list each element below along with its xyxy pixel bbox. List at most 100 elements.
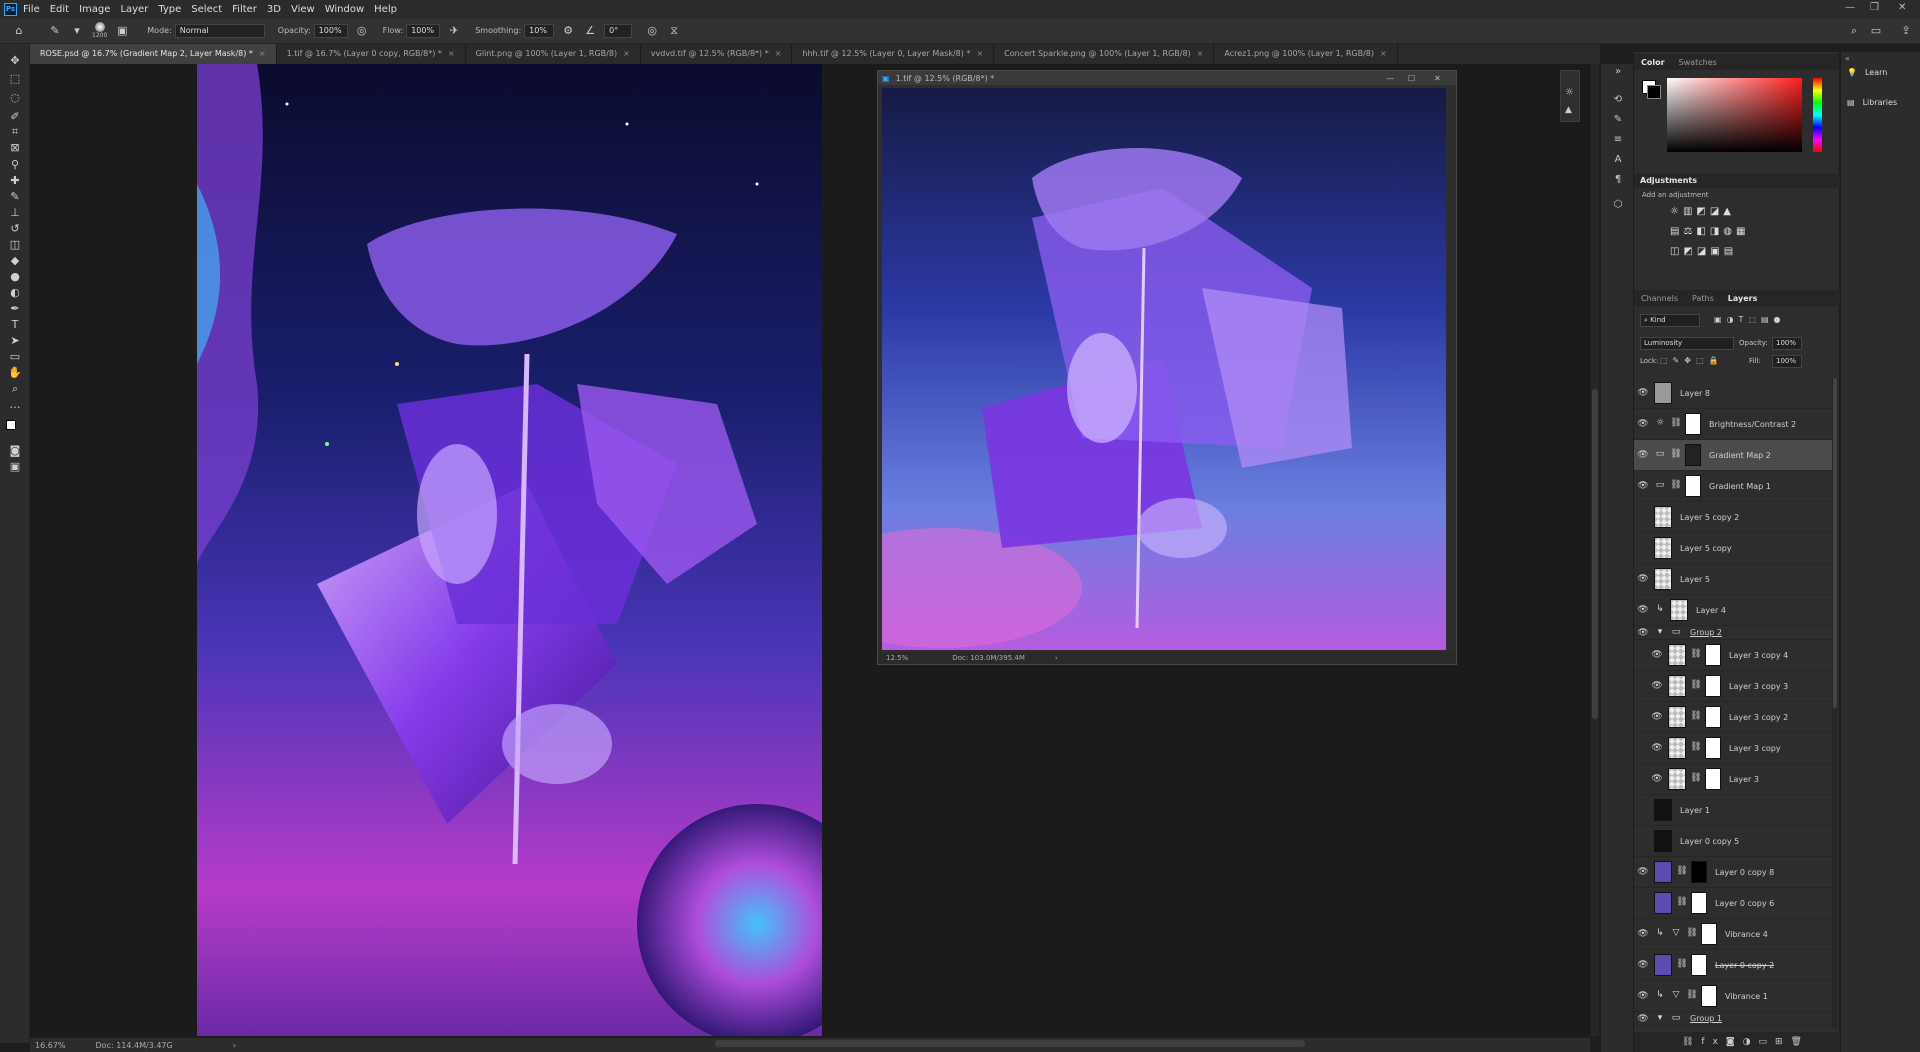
maximize-icon[interactable]: ☐	[1408, 74, 1415, 83]
libraries-button[interactable]: ▤ Libraries	[1847, 94, 1917, 110]
layer-row[interactable]: 👁 ⛓ Layer 0 copy 2	[1634, 950, 1832, 981]
mode-select[interactable]: Normal	[174, 23, 265, 38]
dodge-tool-icon[interactable]: ◐	[7, 286, 23, 300]
tab-paths[interactable]: Paths	[1685, 294, 1721, 303]
path-select-icon[interactable]: ➤	[7, 334, 23, 348]
background-swatch[interactable]	[1647, 85, 1661, 99]
minimize-icon[interactable]: —	[1845, 2, 1855, 13]
foreground-color-swatch[interactable]	[6, 420, 16, 430]
pressure-opacity-icon[interactable]: ◎	[355, 24, 369, 38]
window-titlebar[interactable]: ▣ 1.tif @ 12.5% (RGB/8*) * — ☐ ✕	[878, 71, 1456, 85]
layer-row-selected[interactable]: 👁 ▭ ⛓ Gradient Map 2	[1634, 440, 1832, 471]
eye-icon[interactable]: 👁	[1636, 991, 1650, 1001]
close-tab-icon[interactable]: ×	[448, 49, 455, 58]
eraser-tool-icon[interactable]: ◫	[7, 238, 23, 252]
tab-glint[interactable]: Glint.png @ 100% (Layer 1, RGB/8) ×	[466, 44, 641, 64]
stamp-tool-icon[interactable]: ⊥	[7, 206, 23, 220]
brush-settings-icon[interactable]: ✎	[1611, 114, 1625, 128]
layer-row[interactable]: Layer 1	[1634, 795, 1832, 826]
chevron-down-icon[interactable]: ▾	[1654, 627, 1666, 639]
blur-tool-icon[interactable]: ●	[7, 270, 23, 284]
menu-view[interactable]: View	[291, 4, 315, 15]
layer-row[interactable]: 👁 ▭ ⛓ Gradient Map 1	[1634, 471, 1832, 502]
close-tab-icon[interactable]: ×	[623, 49, 630, 58]
group-row[interactable]: 👁 ▾ ▭ Group 1	[1634, 1012, 1832, 1026]
close-icon[interactable]: ✕	[1898, 2, 1906, 13]
layer-row[interactable]: 👁 ⛓ Layer 3	[1634, 764, 1832, 795]
eye-icon[interactable]: 👁	[1636, 388, 1650, 398]
tab-channels[interactable]: Channels	[1634, 294, 1685, 303]
tab-hhh[interactable]: hhh.tif @ 12.5% (Layer 0, Layer Mask/8) …	[792, 44, 995, 64]
menu-select[interactable]: Select	[191, 4, 222, 15]
document-artwork[interactable]	[197, 64, 822, 1036]
eye-icon[interactable]: 👁	[1650, 681, 1664, 691]
layer-row[interactable]: 👁 ↳ ▽ ⛓ Vibrance 4	[1634, 919, 1832, 950]
marquee-tool-icon[interactable]: ⬚	[7, 72, 23, 86]
tab-layers[interactable]: Layers	[1721, 294, 1765, 303]
eye-icon[interactable]: 👁	[1650, 774, 1664, 784]
eye-icon[interactable]: 👁	[1636, 574, 1650, 584]
pen-tool-icon[interactable]: ✒	[7, 302, 23, 316]
eye-icon[interactable]: 👁	[1636, 960, 1650, 970]
menu-help[interactable]: Help	[374, 4, 397, 15]
floating-document-window[interactable]: ▣ 1.tif @ 12.5% (RGB/8*) * — ☐ ✕ 12.5% D…	[877, 70, 1457, 665]
symmetry-icon[interactable]: ⧖	[667, 24, 681, 38]
paragraph-icon[interactable]: ¶	[1611, 174, 1625, 188]
smoothing-field[interactable]: 10%	[524, 23, 555, 38]
brightness-icon[interactable]: ☼	[1565, 87, 1574, 98]
chevron-right-icon[interactable]: ›	[233, 1041, 236, 1050]
scroll-thumb[interactable]	[1592, 389, 1598, 719]
layer-row[interactable]: 👁 ☼ ⛓ Brightness/Contrast 2	[1634, 409, 1832, 440]
brush-tool-icon[interactable]: ✎	[48, 24, 62, 38]
menu-image[interactable]: Image	[79, 4, 110, 15]
filter-icons[interactable]: ▣◑T⬚▤●	[1714, 315, 1786, 324]
menu-edit[interactable]: Edit	[50, 4, 69, 15]
color-picker-field[interactable]	[1667, 78, 1802, 152]
layer-row[interactable]: Layer 0 copy 5	[1634, 826, 1832, 857]
levels-icon[interactable]: ▲	[1565, 105, 1572, 115]
close-tab-icon[interactable]: ×	[259, 49, 266, 58]
smoothing-options-icon[interactable]: ⚙	[561, 24, 575, 38]
chevron-down-icon[interactable]: ▾	[70, 24, 84, 38]
learn-button[interactable]: 💡 Learn	[1847, 64, 1917, 80]
group-row[interactable]: 👁 ▾ ▭ Group 2	[1634, 626, 1832, 640]
layer-row[interactable]: 👁 ⛓ Layer 3 copy 4	[1634, 640, 1832, 671]
zoom-level[interactable]: 16.67%	[35, 1041, 66, 1050]
frame-tool-icon[interactable]: ⊠	[7, 141, 23, 155]
layer-row[interactable]: ⛓ Layer 0 copy 6	[1634, 888, 1832, 919]
eye-icon[interactable]: 👁	[1636, 481, 1650, 491]
vertical-scrollbar[interactable]	[1591, 64, 1599, 1036]
lock-icons[interactable]: ⬚✎✥⬚🔒	[1660, 356, 1723, 365]
layer-fill-field[interactable]: 100%	[1772, 355, 1802, 368]
eye-icon[interactable]: 👁	[1636, 419, 1650, 429]
lasso-tool-icon[interactable]: ◌	[7, 91, 23, 105]
horizontal-scrollbar-thumb[interactable]	[715, 1040, 1305, 1047]
quick-select-tool-icon[interactable]: ✐	[7, 110, 23, 124]
layer-row[interactable]: 👁 ⛓ Layer 3 copy 3	[1634, 671, 1832, 702]
menu-window[interactable]: Window	[325, 4, 364, 15]
layer-row[interactable]: 👁 ⛓ Layer 3 copy	[1634, 733, 1832, 764]
adjustment-icons-grid[interactable]: ☼▥◩◪▲ ▤⚖◧◨◍▦ ◫◩◪▣▤	[1670, 202, 1790, 262]
history-brush-icon[interactable]: ↺	[7, 222, 23, 236]
3d-icon[interactable]: ⬡	[1611, 199, 1625, 213]
type-tool-icon[interactable]: T	[7, 318, 23, 332]
window-zoom[interactable]: 12.5%	[886, 654, 908, 662]
close-tab-icon[interactable]: ×	[1380, 49, 1387, 58]
tab-vvdvd[interactable]: vvdvd.tif @ 12.5% (RGB/8*) * ×	[641, 44, 793, 64]
layers-scroll-thumb[interactable]	[1833, 378, 1837, 708]
tab-1tif[interactable]: 1.tif @ 16.7% (Layer 0 copy, RGB/8*) * ×	[277, 44, 466, 64]
workspace-icon[interactable]: ▭	[1869, 24, 1883, 38]
layer-row[interactable]: 👁 Layer 5	[1634, 564, 1832, 595]
properties-icon[interactable]: ≡	[1611, 134, 1625, 148]
move-tool-icon[interactable]: ✥	[7, 54, 23, 68]
layer-row[interactable]: 👁 Layer 8	[1634, 378, 1832, 409]
eye-icon[interactable]: 👁	[1650, 712, 1664, 722]
history-icon[interactable]: ⟲	[1611, 94, 1625, 108]
layer-row[interactable]: 👁 ⛓ Layer 3 copy 2	[1634, 702, 1832, 733]
menu-filter[interactable]: Filter	[232, 4, 257, 15]
collapse-icon[interactable]: »	[1611, 66, 1625, 80]
layer-row[interactable]: Layer 5 copy 2	[1634, 502, 1832, 533]
layer-filter-select[interactable]: ⌕ Kind	[1640, 314, 1700, 327]
paint-bucket-icon[interactable]: ◆	[7, 254, 23, 268]
menu-layer[interactable]: Layer	[120, 4, 148, 15]
